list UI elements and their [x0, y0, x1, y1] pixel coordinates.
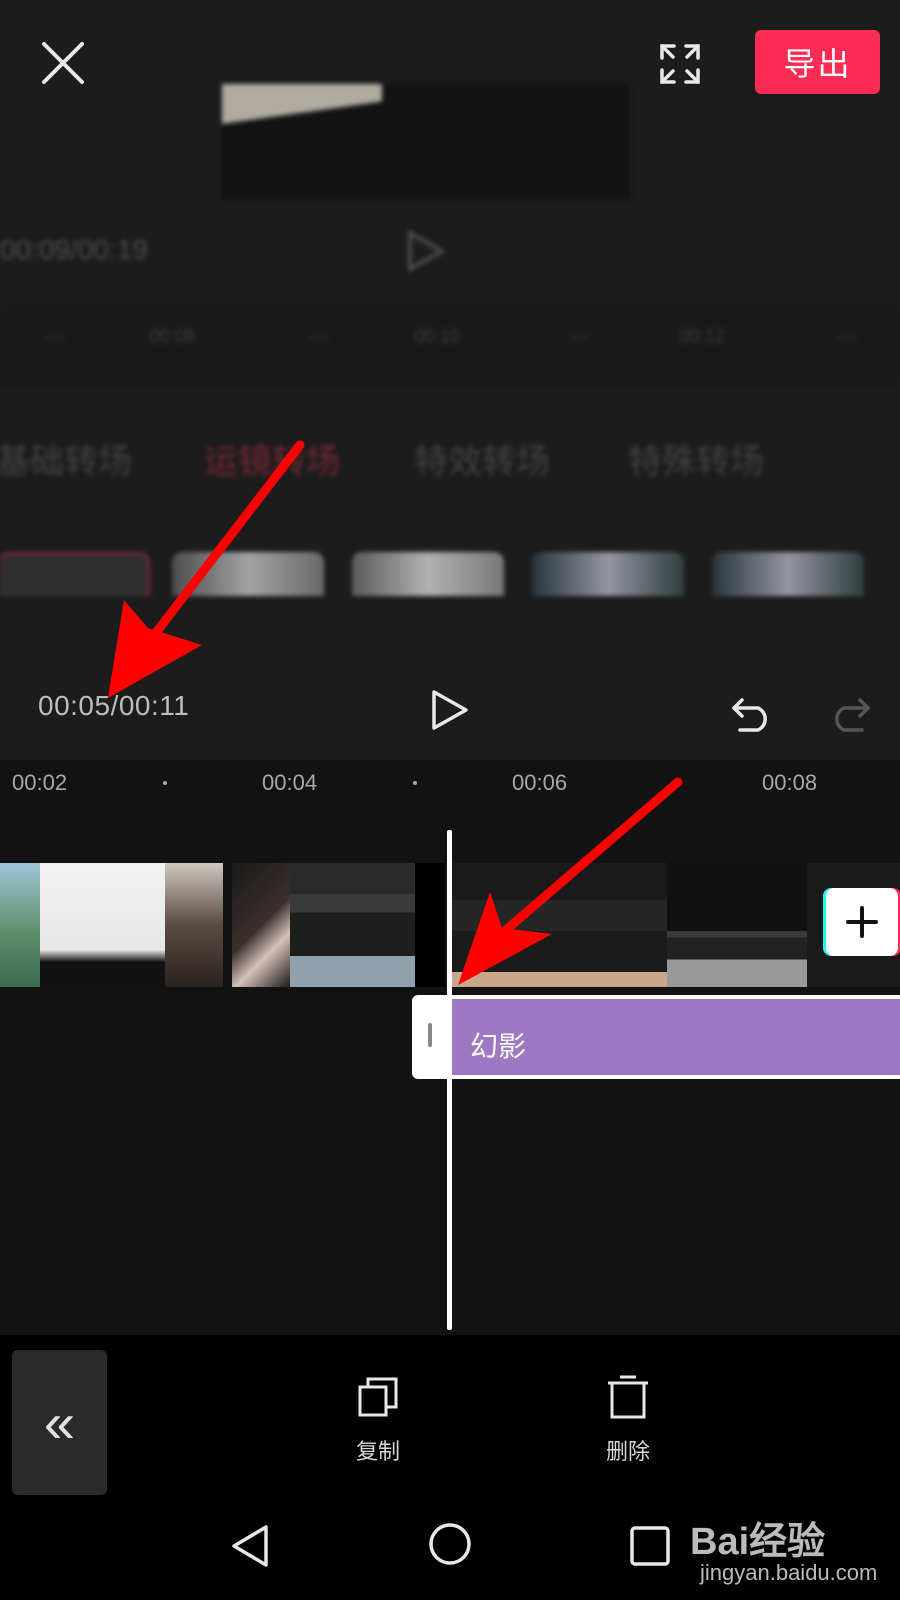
- double-chevron-left-icon: «: [43, 1391, 76, 1454]
- back-icon[interactable]: [228, 1523, 274, 1569]
- blurred-transition-thumbnails: [0, 552, 900, 596]
- clip-thumbnail[interactable]: [452, 863, 667, 987]
- blurred-thumb: [0, 552, 150, 596]
- blurred-tab: 特效转场: [414, 443, 550, 481]
- bottom-toolbar: « 复制 删除: [0, 1335, 900, 1495]
- preview-area: 导出 00:09/00:19 — 00:08 — 00:10 — 00:12 —…: [0, 0, 900, 760]
- timeline-dot: [163, 781, 167, 785]
- blurred-ruler-tick: 00:08: [150, 326, 196, 346]
- recent-apps-icon[interactable]: [628, 1524, 672, 1568]
- blurred-ruler-tick: 00:10: [415, 326, 461, 346]
- watermark-brand: Bai经验: [690, 1521, 826, 1563]
- timeline-tick: 00:02: [12, 770, 68, 795]
- add-clip-button[interactable]: [826, 888, 898, 956]
- blurred-play-icon: [408, 229, 446, 273]
- effect-clip[interactable]: 幻影: [448, 995, 900, 1079]
- handle-grip: [428, 1023, 432, 1047]
- blurred-ruler: — 00:08 — 00:10 — 00:12 —: [0, 306, 900, 386]
- blurred-tab: 特殊转场: [628, 443, 764, 481]
- timeline-dot: [413, 781, 417, 785]
- play-icon[interactable]: [428, 688, 472, 732]
- timeline-tick: 00:08: [762, 770, 818, 795]
- fullscreen-icon[interactable]: [658, 42, 702, 86]
- blurred-video-frame: [222, 84, 630, 200]
- blurred-reference-screenshot: 00:09/00:19 — 00:08 — 00:10 — 00:12 — 基础…: [0, 84, 900, 596]
- plus-icon: [846, 906, 878, 938]
- blurred-time-text: 00:09/00:19: [0, 234, 148, 265]
- blurred-video-highlight: [222, 84, 382, 124]
- timeline-tick: 00:04: [262, 770, 318, 795]
- playhead[interactable]: [447, 830, 452, 1330]
- clip-thumbnail[interactable]: [290, 863, 415, 987]
- undo-icon[interactable]: [730, 690, 774, 734]
- blurred-ruler-tick: 00:12: [680, 326, 726, 346]
- delete-icon: [608, 1375, 648, 1419]
- clip-thumbnail[interactable]: [40, 863, 165, 987]
- blurred-tab-active: 运镜转场: [204, 443, 340, 481]
- clip-thumbnail[interactable]: [232, 863, 290, 987]
- copy-label: 复制: [355, 1439, 400, 1464]
- blurred-transition-tabs: 基础转场 运镜转场 特效转场 特殊转场: [0, 434, 900, 494]
- baidu-jingyan-watermark: Bai经验 jingyan.baidu.com: [690, 1500, 900, 1600]
- delete-button[interactable]: 删除: [578, 1375, 678, 1466]
- close-icon[interactable]: [40, 40, 86, 86]
- copy-icon: [358, 1377, 398, 1417]
- collapse-button[interactable]: «: [12, 1350, 107, 1495]
- blurred-tab: 基础转场: [0, 443, 132, 481]
- watermark-url: jingyan.baidu.com: [700, 1560, 878, 1585]
- blurred-thumb: [172, 552, 324, 596]
- blurred-thumb: [712, 552, 864, 596]
- clip-thumbnail[interactable]: [0, 863, 40, 987]
- timeline-tick: 00:06: [512, 770, 568, 795]
- blurred-thumb: [532, 552, 684, 596]
- blurred-thumb: [352, 552, 504, 596]
- clip-gap: [415, 863, 445, 987]
- redo-icon[interactable]: [828, 690, 872, 734]
- effect-trim-handle[interactable]: [412, 995, 448, 1079]
- clip-thumbnail[interactable]: [667, 863, 807, 987]
- copy-button[interactable]: 复制: [328, 1375, 428, 1466]
- clip-thumbnail[interactable]: [165, 863, 223, 987]
- effect-clip-label: 幻影: [470, 1031, 527, 1062]
- delete-label: 删除: [605, 1439, 650, 1464]
- playback-time: 00:05/00:11: [38, 690, 190, 721]
- home-icon[interactable]: [427, 1521, 473, 1567]
